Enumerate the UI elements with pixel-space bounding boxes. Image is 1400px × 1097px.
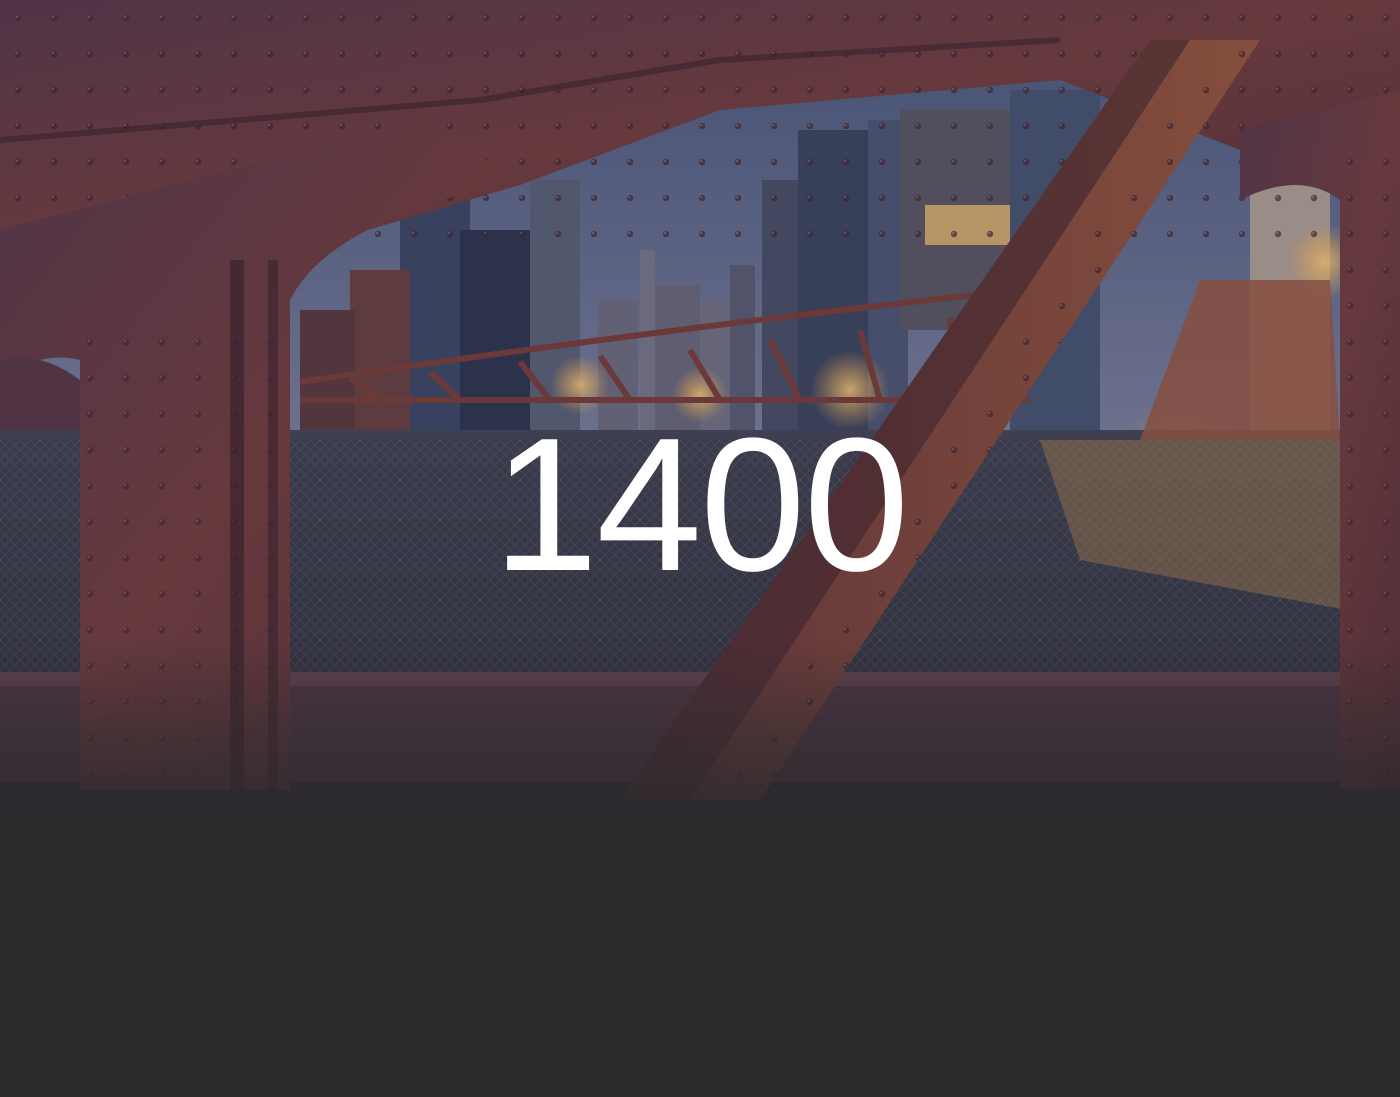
hero-number: 1400 xyxy=(492,399,910,611)
hero-section: 1400 xyxy=(0,0,1400,1097)
